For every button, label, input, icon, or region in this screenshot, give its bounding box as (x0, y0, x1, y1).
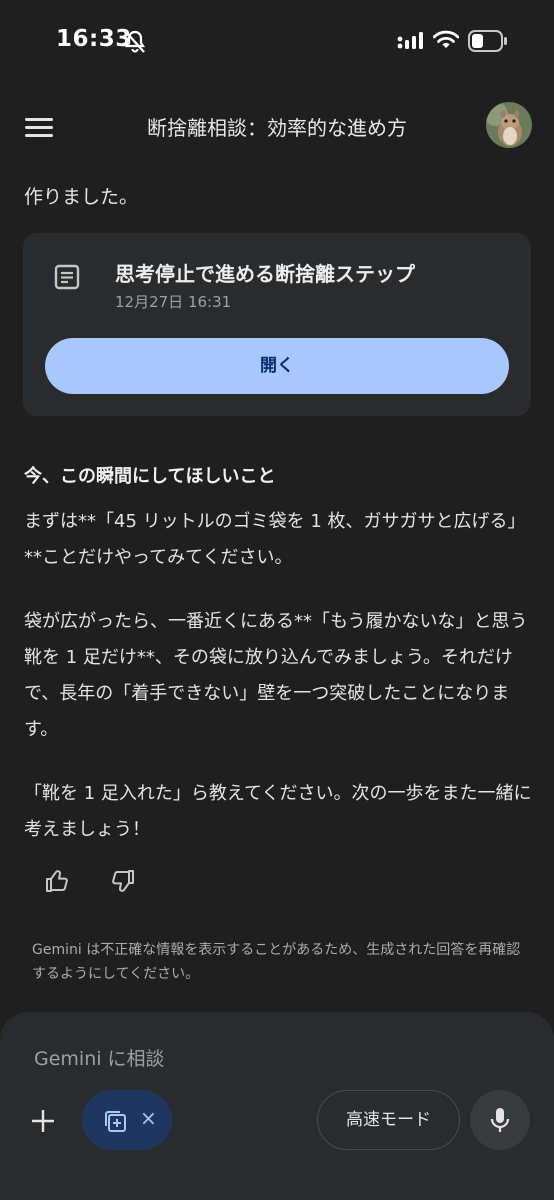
avatar-squirrel-image (486, 102, 532, 148)
status-bar: 16:33 (0, 0, 554, 84)
response-paragraph: まずは**「45 リットルのゴミ袋を 1 枚、ガサガサと広げる」**ことだけやっ… (24, 511, 526, 568)
battery-icon (468, 30, 507, 52)
wifi-icon (433, 30, 459, 48)
response-paragraph: 「靴を 1 足入れた」ら教えてください。次の一歩をまた一緒に考えましょう！ (24, 783, 532, 840)
document-title: 思考停止で進める断捨離ステップ (115, 262, 415, 286)
menu-button[interactable] (22, 114, 56, 142)
menu-line (25, 126, 53, 129)
model-mode-button[interactable]: 高速モード (317, 1090, 460, 1150)
app-header: 断捨離相談：効率的な進め方 (0, 96, 554, 160)
document-date: 12月27日 16:31 (115, 293, 232, 311)
response-paragraph: 袋が広がったら、一番近くにある**「もう履かないな」と思う靴を 1 足だけ**、… (24, 611, 528, 740)
canvas-icon (105, 1111, 126, 1132)
menu-line (25, 118, 53, 121)
thumb-up-icon[interactable] (44, 868, 70, 894)
composer-panel: Gemini に相談 × 高速モード (0, 1012, 554, 1200)
disclaimer-text: Gemini は不正確な情報を表示することがあるため、生成された回答を再確認する… (32, 942, 521, 982)
chip-close-icon[interactable]: × (140, 1106, 157, 1130)
avatar[interactable] (486, 102, 532, 148)
document-card[interactable]: 思考停止で進める断捨離ステップ 12月27日 16:31 開く (23, 233, 531, 416)
add-icon[interactable] (26, 1104, 60, 1138)
microphone-icon (490, 1108, 510, 1132)
signal-icon (397, 32, 423, 49)
prompt-input[interactable]: Gemini に相談 (34, 1044, 514, 1071)
canvas-tool-chip[interactable]: × (82, 1090, 172, 1150)
gemini-chat-screen: 16:33 断捨離相談：効率的な進め方 作りました。 思考停止で進める断捨離ステ… (0, 0, 554, 1200)
menu-line (25, 134, 53, 137)
conversation-title[interactable]: 断捨離相談：効率的な進め方 (110, 112, 444, 141)
open-document-button[interactable]: 開く (45, 338, 509, 394)
section-heading: 今、この瞬間にしてほしいこと (24, 466, 276, 487)
thumb-down-icon[interactable] (110, 868, 136, 894)
bell-off-icon (124, 30, 146, 53)
response-intro-text: 作りました。 (24, 186, 139, 208)
status-time: 16:33 (56, 26, 132, 52)
document-icon (54, 264, 80, 290)
microphone-button[interactable] (470, 1090, 530, 1150)
